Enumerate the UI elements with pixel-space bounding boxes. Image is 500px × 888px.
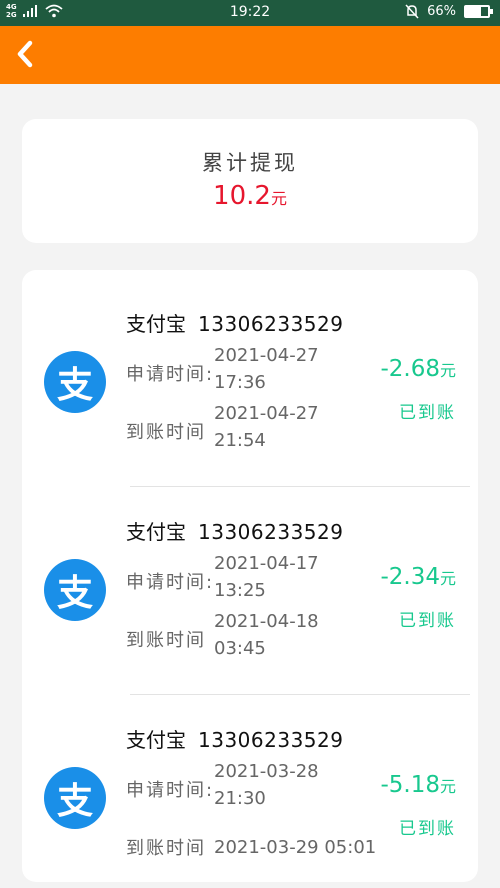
- arrive-date: 2021-03-29: [214, 837, 319, 858]
- record-title: 支付宝 13306233529: [126, 724, 343, 753]
- record-channel: 支付宝: [126, 728, 186, 752]
- list-item[interactable]: 支 支付宝 13306233529 申请时间: 2021-04-17 13:25 到…: [22, 478, 478, 686]
- list-item[interactable]: 支 支付宝 13306233529 申请时间: 2021-04-27 17:36 到…: [22, 270, 478, 478]
- record-amount-value: -5.18: [380, 772, 440, 798]
- summary-amount-unit: 元: [270, 189, 287, 208]
- record-amount: -5.18元: [380, 772, 456, 798]
- summary-amount: 10.2元: [22, 181, 478, 211]
- apply-clock: 17:36: [214, 372, 266, 393]
- record-amount: -2.68元: [380, 356, 456, 382]
- arrive-clock: 05:01: [324, 837, 377, 858]
- status-right: 66%: [405, 4, 493, 19]
- alipay-icon: 支: [44, 559, 106, 621]
- record-title: 支付宝 13306233529: [126, 516, 343, 545]
- apply-time-label: 申请时间:: [126, 572, 215, 593]
- list-item[interactable]: 支 支付宝 13306233529 申请时间: 2021-03-28 21:30 到…: [22, 686, 478, 888]
- arrive-time-value: 2021-04-27 21:54: [214, 400, 319, 454]
- record-title: 支付宝 13306233529: [126, 308, 343, 337]
- arrive-time-value: 2021-04-18 03:45: [214, 608, 319, 662]
- apply-time-value: 2021-04-27 17:36: [214, 342, 319, 396]
- record-amount-value: -2.34: [380, 564, 440, 590]
- record-status: 已到账: [399, 611, 456, 631]
- record-amount-value: -2.68: [380, 356, 440, 382]
- withdraw-summary-card: 累计提现 10.2元: [22, 119, 478, 243]
- record-channel: 支付宝: [126, 312, 186, 336]
- apply-time-label: 申请时间:: [126, 780, 215, 801]
- battery-percent: 66%: [427, 4, 456, 19]
- apply-time-label: 申请时间:: [126, 364, 215, 385]
- record-amount-unit: 元: [439, 777, 456, 796]
- arrive-clock: 03:45: [214, 638, 266, 659]
- arrive-date: 2021-04-18: [214, 611, 319, 632]
- record-status: 已到账: [399, 403, 456, 423]
- record-amount: -2.34元: [380, 564, 456, 590]
- summary-label: 累计提现: [202, 151, 298, 175]
- battery-icon: [464, 5, 493, 18]
- arrive-time-label: 到账时间: [126, 838, 206, 859]
- record-account: 13306233529: [198, 728, 344, 752]
- apply-clock: 21:30: [214, 788, 266, 809]
- arrive-clock: 21:54: [214, 430, 266, 451]
- apply-time-value: 2021-04-17 13:25: [214, 550, 319, 604]
- alipay-icon: 支: [44, 351, 106, 413]
- apply-date: 2021-04-17: [214, 553, 319, 574]
- apply-clock: 13:25: [214, 580, 266, 601]
- arrive-time-value: 2021-03-29 05:01: [214, 834, 376, 861]
- apply-date: 2021-03-28: [214, 761, 319, 782]
- arrive-time-label: 到账时间: [126, 422, 206, 443]
- withdraw-record-list: 支 支付宝 13306233529 申请时间: 2021-04-27 17:36 到…: [22, 270, 478, 882]
- apply-time-value: 2021-03-28 21:30: [214, 758, 319, 812]
- arrive-time-label: 到账时间: [126, 630, 206, 651]
- bell-muted-icon: [405, 4, 419, 19]
- record-channel: 支付宝: [126, 520, 186, 544]
- battery-fill: [466, 7, 481, 16]
- chevron-left-icon: [17, 40, 33, 68]
- arrive-date: 2021-04-27: [214, 403, 319, 424]
- alipay-icon: 支: [44, 767, 106, 829]
- app-bar: [0, 26, 500, 84]
- back-button[interactable]: [8, 36, 42, 72]
- record-status: 已到账: [399, 819, 456, 839]
- record-account: 13306233529: [198, 520, 344, 544]
- record-amount-unit: 元: [439, 361, 456, 380]
- status-bar: 4G 2G 19:22 66%: [0, 0, 500, 26]
- record-account: 13306233529: [198, 312, 344, 336]
- apply-date: 2021-04-27: [214, 345, 319, 366]
- summary-amount-value: 10.2: [213, 181, 271, 211]
- record-amount-unit: 元: [439, 569, 456, 588]
